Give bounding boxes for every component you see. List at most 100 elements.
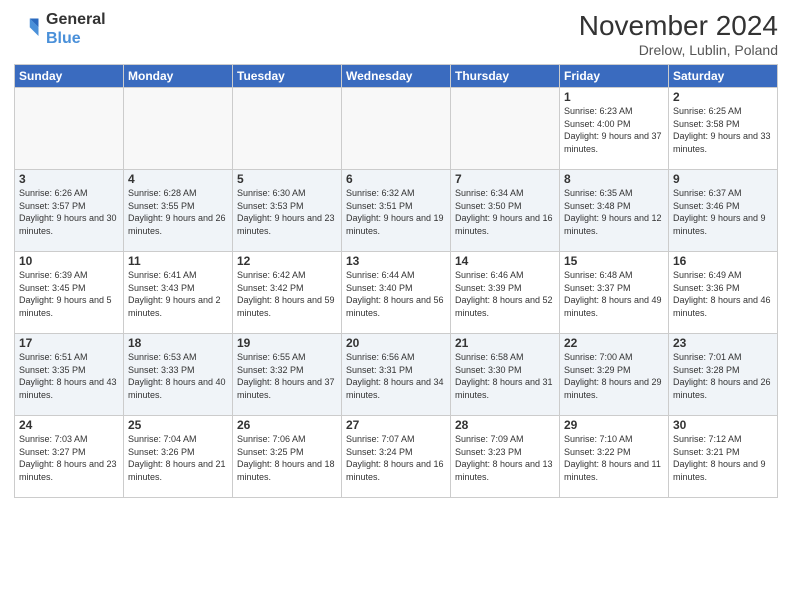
table-row: 20Sunrise: 6:56 AM Sunset: 3:31 PM Dayli… <box>342 334 451 416</box>
weekday-header-row: Sunday Monday Tuesday Wednesday Thursday… <box>15 65 778 88</box>
header-sunday: Sunday <box>15 65 124 88</box>
day-info: Sunrise: 6:49 AM Sunset: 3:36 PM Dayligh… <box>673 269 773 319</box>
day-info: Sunrise: 6:30 AM Sunset: 3:53 PM Dayligh… <box>237 187 337 237</box>
day-info: Sunrise: 6:34 AM Sunset: 3:50 PM Dayligh… <box>455 187 555 237</box>
day-info: Sunrise: 7:07 AM Sunset: 3:24 PM Dayligh… <box>346 433 446 483</box>
table-row: 12Sunrise: 6:42 AM Sunset: 3:42 PM Dayli… <box>233 252 342 334</box>
day-number: 6 <box>346 172 446 186</box>
day-info: Sunrise: 7:04 AM Sunset: 3:26 PM Dayligh… <box>128 433 228 483</box>
day-info: Sunrise: 6:28 AM Sunset: 3:55 PM Dayligh… <box>128 187 228 237</box>
day-info: Sunrise: 6:25 AM Sunset: 3:58 PM Dayligh… <box>673 105 773 155</box>
day-number: 5 <box>237 172 337 186</box>
day-number: 2 <box>673 90 773 104</box>
table-row: 3Sunrise: 6:26 AM Sunset: 3:57 PM Daylig… <box>15 170 124 252</box>
day-info: Sunrise: 6:53 AM Sunset: 3:33 PM Dayligh… <box>128 351 228 401</box>
day-info: Sunrise: 6:23 AM Sunset: 4:00 PM Dayligh… <box>564 105 664 155</box>
day-number: 9 <box>673 172 773 186</box>
table-row: 30Sunrise: 7:12 AM Sunset: 3:21 PM Dayli… <box>669 416 778 498</box>
table-row <box>233 88 342 170</box>
subtitle: Drelow, Lublin, Poland <box>579 42 778 58</box>
header: General Blue November 2024 Drelow, Lubli… <box>14 10 778 58</box>
table-row: 16Sunrise: 6:49 AM Sunset: 3:36 PM Dayli… <box>669 252 778 334</box>
header-thursday: Thursday <box>451 65 560 88</box>
day-number: 25 <box>128 418 228 432</box>
logo-icon <box>14 15 42 43</box>
table-row: 14Sunrise: 6:46 AM Sunset: 3:39 PM Dayli… <box>451 252 560 334</box>
day-info: Sunrise: 6:32 AM Sunset: 3:51 PM Dayligh… <box>346 187 446 237</box>
table-row: 24Sunrise: 7:03 AM Sunset: 3:27 PM Dayli… <box>15 416 124 498</box>
table-row: 2Sunrise: 6:25 AM Sunset: 3:58 PM Daylig… <box>669 88 778 170</box>
day-number: 4 <box>128 172 228 186</box>
table-row: 21Sunrise: 6:58 AM Sunset: 3:30 PM Dayli… <box>451 334 560 416</box>
table-row: 29Sunrise: 7:10 AM Sunset: 3:22 PM Dayli… <box>560 416 669 498</box>
day-number: 24 <box>19 418 119 432</box>
day-info: Sunrise: 6:26 AM Sunset: 3:57 PM Dayligh… <box>19 187 119 237</box>
table-row: 11Sunrise: 6:41 AM Sunset: 3:43 PM Dayli… <box>124 252 233 334</box>
day-info: Sunrise: 6:46 AM Sunset: 3:39 PM Dayligh… <box>455 269 555 319</box>
table-row: 8Sunrise: 6:35 AM Sunset: 3:48 PM Daylig… <box>560 170 669 252</box>
table-row: 9Sunrise: 6:37 AM Sunset: 3:46 PM Daylig… <box>669 170 778 252</box>
table-row: 22Sunrise: 7:00 AM Sunset: 3:29 PM Dayli… <box>560 334 669 416</box>
table-row: 7Sunrise: 6:34 AM Sunset: 3:50 PM Daylig… <box>451 170 560 252</box>
day-number: 28 <box>455 418 555 432</box>
calendar-table: Sunday Monday Tuesday Wednesday Thursday… <box>14 64 778 498</box>
day-info: Sunrise: 7:06 AM Sunset: 3:25 PM Dayligh… <box>237 433 337 483</box>
day-info: Sunrise: 6:44 AM Sunset: 3:40 PM Dayligh… <box>346 269 446 319</box>
day-info: Sunrise: 6:39 AM Sunset: 3:45 PM Dayligh… <box>19 269 119 319</box>
day-info: Sunrise: 6:41 AM Sunset: 3:43 PM Dayligh… <box>128 269 228 319</box>
day-info: Sunrise: 6:35 AM Sunset: 3:48 PM Dayligh… <box>564 187 664 237</box>
day-number: 3 <box>19 172 119 186</box>
day-info: Sunrise: 7:09 AM Sunset: 3:23 PM Dayligh… <box>455 433 555 483</box>
day-number: 23 <box>673 336 773 350</box>
calendar-week-row: 10Sunrise: 6:39 AM Sunset: 3:45 PM Dayli… <box>15 252 778 334</box>
title-block: November 2024 Drelow, Lublin, Poland <box>579 10 778 58</box>
day-number: 19 <box>237 336 337 350</box>
day-info: Sunrise: 7:00 AM Sunset: 3:29 PM Dayligh… <box>564 351 664 401</box>
day-info: Sunrise: 6:58 AM Sunset: 3:30 PM Dayligh… <box>455 351 555 401</box>
day-number: 17 <box>19 336 119 350</box>
day-number: 15 <box>564 254 664 268</box>
table-row: 26Sunrise: 7:06 AM Sunset: 3:25 PM Dayli… <box>233 416 342 498</box>
day-number: 8 <box>564 172 664 186</box>
table-row: 17Sunrise: 6:51 AM Sunset: 3:35 PM Dayli… <box>15 334 124 416</box>
day-info: Sunrise: 7:12 AM Sunset: 3:21 PM Dayligh… <box>673 433 773 483</box>
day-number: 22 <box>564 336 664 350</box>
table-row: 6Sunrise: 6:32 AM Sunset: 3:51 PM Daylig… <box>342 170 451 252</box>
day-info: Sunrise: 7:10 AM Sunset: 3:22 PM Dayligh… <box>564 433 664 483</box>
calendar-week-row: 17Sunrise: 6:51 AM Sunset: 3:35 PM Dayli… <box>15 334 778 416</box>
page: General Blue November 2024 Drelow, Lubli… <box>0 0 792 612</box>
header-wednesday: Wednesday <box>342 65 451 88</box>
table-row <box>451 88 560 170</box>
day-number: 20 <box>346 336 446 350</box>
table-row: 4Sunrise: 6:28 AM Sunset: 3:55 PM Daylig… <box>124 170 233 252</box>
table-row: 5Sunrise: 6:30 AM Sunset: 3:53 PM Daylig… <box>233 170 342 252</box>
logo-text: General Blue <box>46 10 106 48</box>
table-row: 1Sunrise: 6:23 AM Sunset: 4:00 PM Daylig… <box>560 88 669 170</box>
day-number: 27 <box>346 418 446 432</box>
main-title: November 2024 <box>579 10 778 42</box>
day-number: 29 <box>564 418 664 432</box>
day-number: 30 <box>673 418 773 432</box>
calendar-week-row: 3Sunrise: 6:26 AM Sunset: 3:57 PM Daylig… <box>15 170 778 252</box>
day-info: Sunrise: 6:51 AM Sunset: 3:35 PM Dayligh… <box>19 351 119 401</box>
table-row: 10Sunrise: 6:39 AM Sunset: 3:45 PM Dayli… <box>15 252 124 334</box>
day-number: 7 <box>455 172 555 186</box>
table-row: 23Sunrise: 7:01 AM Sunset: 3:28 PM Dayli… <box>669 334 778 416</box>
day-info: Sunrise: 7:01 AM Sunset: 3:28 PM Dayligh… <box>673 351 773 401</box>
calendar-week-row: 1Sunrise: 6:23 AM Sunset: 4:00 PM Daylig… <box>15 88 778 170</box>
header-friday: Friday <box>560 65 669 88</box>
day-number: 1 <box>564 90 664 104</box>
day-info: Sunrise: 6:56 AM Sunset: 3:31 PM Dayligh… <box>346 351 446 401</box>
table-row: 27Sunrise: 7:07 AM Sunset: 3:24 PM Dayli… <box>342 416 451 498</box>
table-row: 18Sunrise: 6:53 AM Sunset: 3:33 PM Dayli… <box>124 334 233 416</box>
day-number: 16 <box>673 254 773 268</box>
table-row <box>15 88 124 170</box>
table-row <box>124 88 233 170</box>
header-tuesday: Tuesday <box>233 65 342 88</box>
table-row: 28Sunrise: 7:09 AM Sunset: 3:23 PM Dayli… <box>451 416 560 498</box>
day-number: 14 <box>455 254 555 268</box>
header-saturday: Saturday <box>669 65 778 88</box>
table-row: 19Sunrise: 6:55 AM Sunset: 3:32 PM Dayli… <box>233 334 342 416</box>
day-number: 10 <box>19 254 119 268</box>
table-row: 13Sunrise: 6:44 AM Sunset: 3:40 PM Dayli… <box>342 252 451 334</box>
